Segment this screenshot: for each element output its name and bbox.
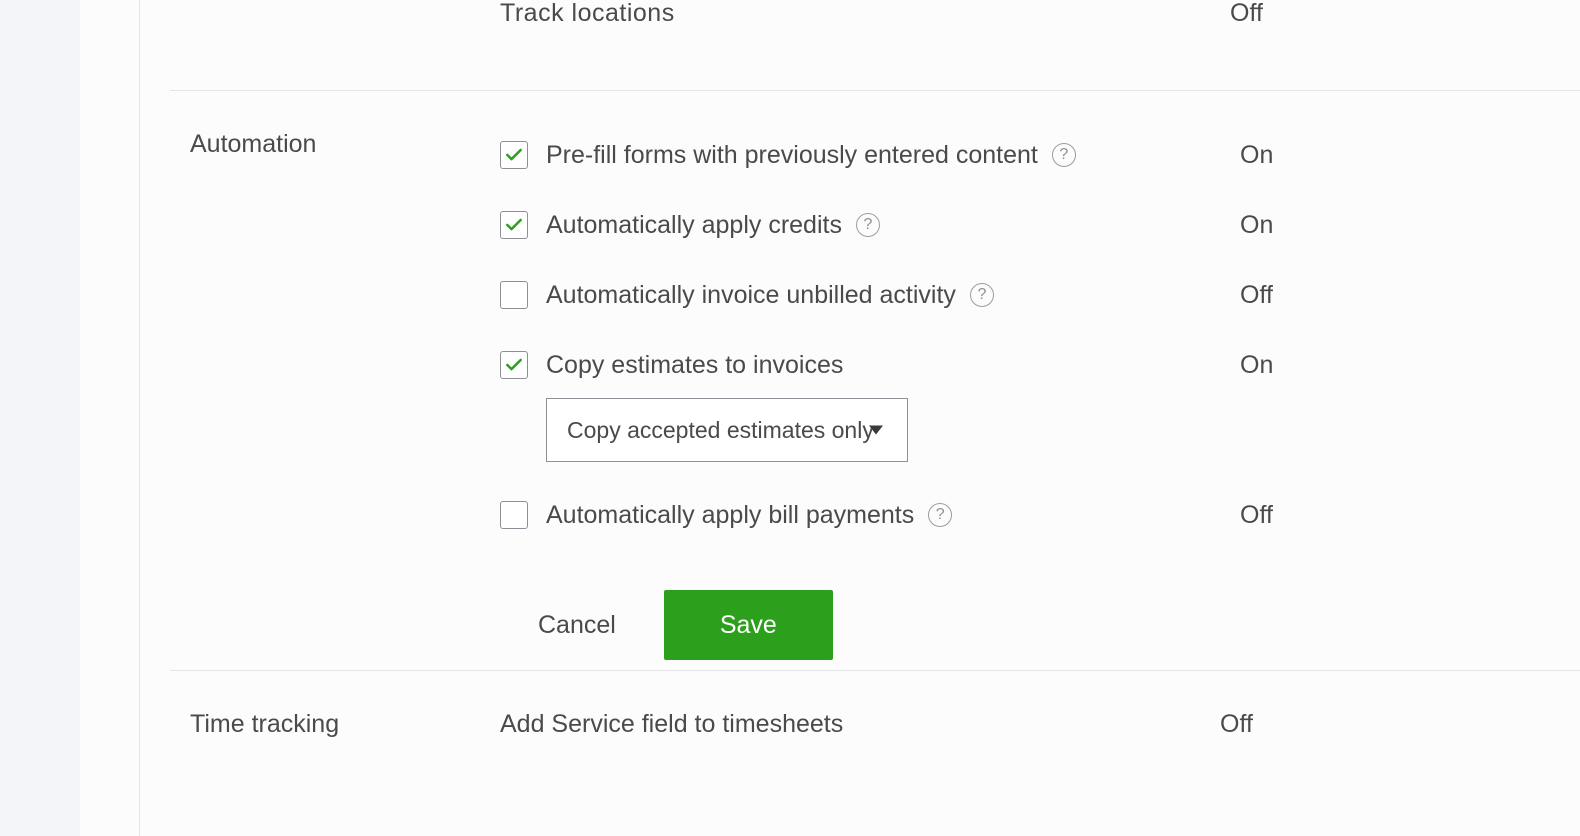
section-divider <box>170 670 1580 671</box>
apply-credits-label: Automatically apply credits <box>546 211 842 240</box>
help-icon[interactable]: ? <box>1052 143 1076 167</box>
help-icon[interactable]: ? <box>970 283 994 307</box>
chevron-down-icon <box>869 426 883 435</box>
copy-estimates-select[interactable]: Copy accepted estimates only <box>546 398 908 462</box>
help-icon[interactable]: ? <box>856 213 880 237</box>
cancel-button[interactable]: Cancel <box>530 593 624 658</box>
invoice-unbilled-status: Off <box>1240 281 1273 310</box>
help-icon[interactable]: ? <box>928 503 952 527</box>
apply-bill-payments-checkbox[interactable] <box>500 501 528 529</box>
setting-row-prefill: Pre-fill forms with previously entered c… <box>500 120 1580 190</box>
prefill-status: On <box>1240 141 1273 170</box>
track-locations-status: Off <box>1230 0 1263 28</box>
apply-credits-checkbox[interactable] <box>500 211 528 239</box>
copy-estimates-status: On <box>1240 351 1273 380</box>
checkmark-icon <box>504 215 524 235</box>
automation-section-title: Automation <box>190 130 316 159</box>
track-locations-label: Track locations <box>500 0 675 28</box>
invoice-unbilled-checkbox[interactable] <box>500 281 528 309</box>
prefill-label: Pre-fill forms with previously entered c… <box>546 141 1038 170</box>
checkmark-icon <box>504 145 524 165</box>
apply-bill-payments-status: Off <box>1240 501 1273 530</box>
time-tracking-status: Off <box>1220 710 1253 739</box>
prefill-checkbox[interactable] <box>500 141 528 169</box>
checkmark-icon <box>504 355 524 375</box>
copy-estimates-select-value: Copy accepted estimates only <box>567 417 874 444</box>
apply-bill-payments-label: Automatically apply bill payments <box>546 501 914 530</box>
apply-credits-status: On <box>1240 211 1273 240</box>
save-button[interactable]: Save <box>664 590 833 660</box>
setting-row-apply-credits: Automatically apply credits ? On <box>500 190 1580 260</box>
copy-estimates-checkbox[interactable] <box>500 351 528 379</box>
invoice-unbilled-label: Automatically invoice unbilled activity <box>546 281 956 310</box>
setting-row-copy-estimates: Copy estimates to invoices On <box>500 330 1580 400</box>
copy-estimates-label: Copy estimates to invoices <box>546 351 843 380</box>
time-tracking-row-label: Add Service field to timesheets <box>500 710 843 739</box>
setting-row-invoice-unbilled: Automatically invoice unbilled activity … <box>500 260 1580 330</box>
track-locations-row: Track locations Off <box>140 0 1580 38</box>
setting-row-apply-bill-payments: Automatically apply bill payments ? Off <box>500 480 1580 550</box>
time-tracking-section-title: Time tracking <box>190 710 339 739</box>
